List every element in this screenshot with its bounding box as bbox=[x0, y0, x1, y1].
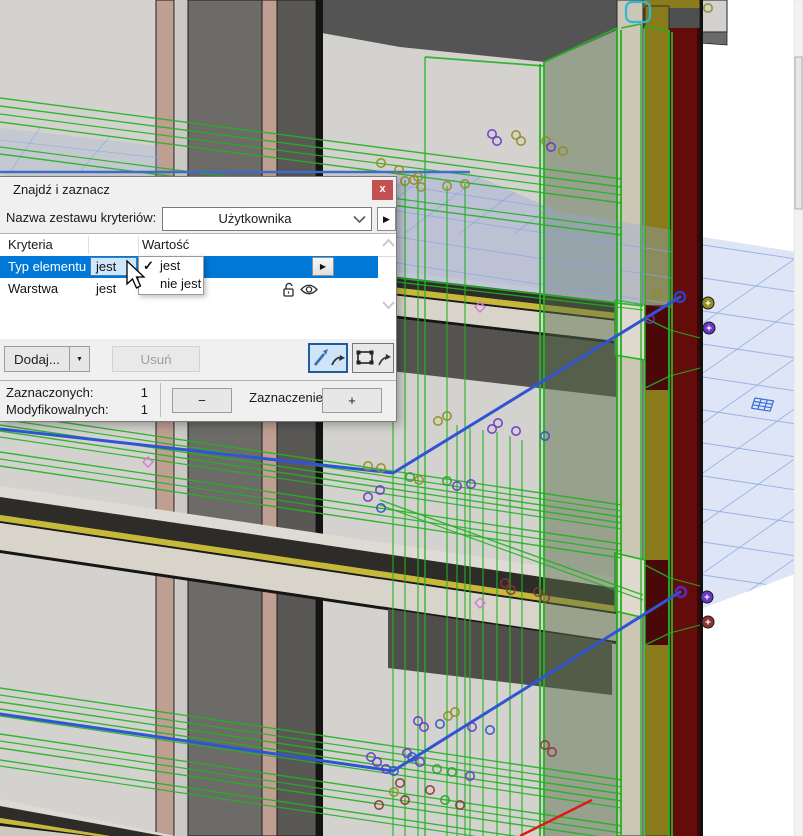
criteria-set-combobox[interactable]: Użytkownika bbox=[162, 207, 372, 231]
vertical-scrollbar-thumb[interactable] bbox=[795, 57, 802, 209]
app-window: Znajdź i zaznacz x Nazwa zestawu kryteri… bbox=[0, 0, 803, 836]
scroll-down-icon[interactable] bbox=[381, 300, 396, 310]
dropdown-item-jest[interactable]: ✓ jest bbox=[139, 257, 203, 275]
dropdown-item-label: jest bbox=[160, 257, 180, 275]
editable-count-label: Modyfikowalnych: bbox=[6, 401, 109, 418]
mouse-cursor bbox=[122, 258, 148, 292]
pick-criteria-button[interactable] bbox=[308, 343, 348, 373]
scroll-up-icon[interactable] bbox=[381, 238, 396, 248]
remove-button[interactable]: Usuń bbox=[112, 346, 200, 372]
chevron-down-icon bbox=[353, 215, 366, 224]
operator-value: jest bbox=[96, 258, 116, 275]
dropdown-item-nie-jest[interactable]: nie jest bbox=[139, 275, 203, 293]
find-select-dialog: Znajdź i zaznacz x Nazwa zestawu kryteri… bbox=[0, 176, 397, 422]
select-button[interactable]: + bbox=[322, 388, 382, 413]
add-dropdown-button[interactable]: ▼ bbox=[69, 346, 90, 372]
marquee-select-button[interactable] bbox=[352, 343, 394, 373]
dropdown-item-label: nie jest bbox=[160, 275, 201, 293]
marquee-icon bbox=[353, 344, 393, 372]
criteria-list-header: Kryteria Wartość bbox=[0, 234, 396, 257]
dialog-titlebar[interactable]: Znajdź i zaznacz x bbox=[0, 177, 396, 203]
close-button[interactable]: x bbox=[372, 180, 393, 200]
dialog-title: Znajdź i zaznacz bbox=[13, 177, 110, 203]
value-expand-button[interactable]: ▶ bbox=[312, 257, 334, 276]
column-head bbox=[700, 0, 727, 32]
eyedropper-icon bbox=[310, 345, 346, 371]
unlock-icon bbox=[281, 282, 297, 298]
eye-icon bbox=[300, 283, 318, 296]
editable-count-value: 1 bbox=[100, 401, 148, 418]
selected-count-value: 1 bbox=[100, 384, 148, 401]
criteria-set-expand-button[interactable]: ▶ bbox=[377, 207, 396, 231]
deselect-button[interactable]: − bbox=[172, 388, 232, 413]
criterion-name: Warstwa bbox=[8, 278, 58, 300]
olive-panel bbox=[645, 6, 669, 836]
column-criteria: Kryteria bbox=[8, 234, 53, 256]
criteria-set-value: Użytkownika bbox=[163, 208, 347, 230]
criteria-set-label: Nazwa zestawu kryteriów: bbox=[6, 203, 156, 233]
operator-value: jest bbox=[96, 278, 116, 300]
add-button[interactable]: Dodaj... bbox=[4, 346, 70, 372]
column-value: Wartość bbox=[142, 234, 189, 256]
selected-count-label: Zaznaczonych: bbox=[6, 384, 93, 401]
column-head-underside bbox=[700, 32, 727, 45]
building-edge bbox=[700, 0, 703, 836]
selection-label: Zaznaczenie bbox=[240, 390, 332, 405]
criterion-name: Typ elementu bbox=[8, 256, 86, 278]
